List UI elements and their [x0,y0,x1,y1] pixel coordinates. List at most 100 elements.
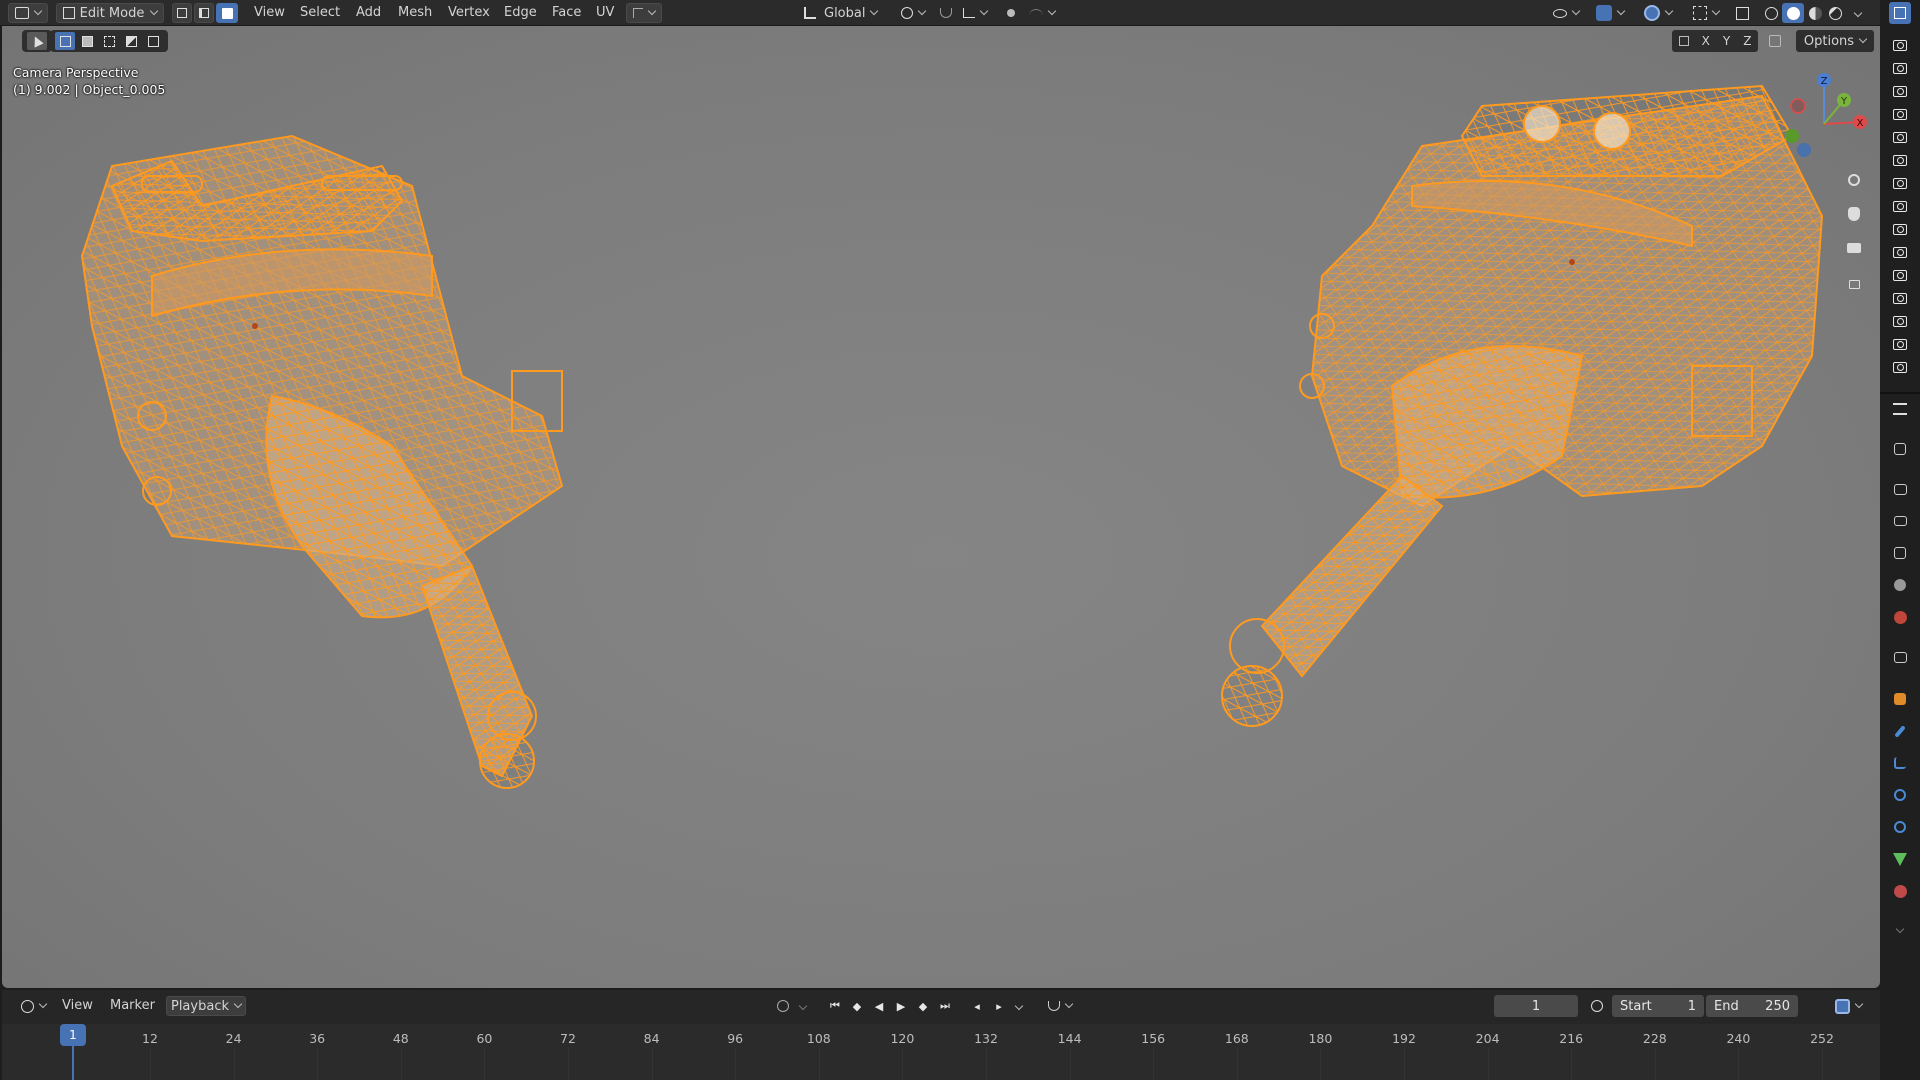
play-reverse-button[interactable]: ◀ [870,997,888,1015]
navigation-gizmo[interactable]: Z X Y [1782,64,1878,168]
camera-toggle-5[interactable] [1891,128,1909,146]
current-frame-field[interactable]: 1 [1494,995,1578,1017]
playback-dropdown[interactable]: Playback [166,996,246,1016]
object-properties-tab[interactable] [1891,690,1909,708]
menu-edge[interactable]: Edge [500,3,541,23]
use-preview-range-button[interactable] [1588,997,1606,1015]
shading-rendered-button[interactable] [1826,3,1844,23]
menu-add[interactable]: Add [352,3,385,23]
snap-dropdown[interactable] [958,3,992,23]
snap-dropdown-timeline[interactable] [1042,997,1078,1015]
jump-start-button[interactable]: ⏮ [826,997,844,1015]
xray-dropdown[interactable] [1688,3,1724,23]
camera-toggle-7[interactable] [1891,174,1909,192]
camera-view-button[interactable] [1840,234,1868,262]
camera-toggle-14[interactable] [1891,335,1909,353]
menu-select[interactable]: Select [296,3,344,23]
next-keyframe-button[interactable]: ◆ [914,997,932,1015]
zoom-button[interactable] [1840,166,1868,194]
shading-solid-button[interactable] [1782,3,1804,23]
mesh-edit-overlay-icon [1693,6,1707,20]
menu-face[interactable]: Face [548,3,585,23]
camera-toggle-13[interactable] [1891,312,1909,330]
outliner-editor-button[interactable] [1889,2,1911,24]
menu-mesh[interactable]: Mesh [394,3,436,23]
output-properties-tab[interactable] [1891,512,1909,530]
lock-camera-button[interactable] [1840,268,1868,296]
menu-vertex[interactable]: Vertex [444,3,494,23]
snap-toggle[interactable] [936,3,956,23]
tool-properties-tab[interactable] [1891,440,1909,458]
xray-toggle[interactable] [1732,3,1752,23]
menu-uv[interactable]: UV [592,3,618,23]
shading-wireframe-button[interactable] [1762,3,1780,23]
mesh-canvas[interactable] [2,26,1880,988]
camera-toggle-1[interactable] [1891,36,1909,54]
gizmo-neg-y-axis[interactable] [1785,129,1799,143]
camera-toggle-12[interactable] [1891,289,1909,307]
timeline-options-dropdown[interactable] [1828,996,1868,1016]
camera-toggle-3[interactable] [1891,82,1909,100]
particles-properties-tab[interactable] [1891,754,1909,772]
gizmo-neg-z-axis[interactable] [1797,143,1811,157]
modifier-properties-tab[interactable] [1891,722,1909,740]
editor-type-button[interactable] [8,3,48,23]
3d-viewport[interactable]: Camera Perspective (1) 9.002 | Object_0.… [2,26,1880,988]
auto-keying-button[interactable] [774,997,792,1015]
world-properties-tab[interactable] [1891,608,1909,626]
jump-end-button[interactable]: ⏭ [936,997,954,1015]
uv-options-dropdown[interactable] [626,3,662,23]
proportional-toggle[interactable] [1002,3,1020,23]
camera-toggle-11[interactable] [1891,266,1909,284]
mode-dropdown[interactable]: Edit Mode [56,3,164,23]
face-select-button[interactable] [216,3,238,23]
timeline-editor-type-button[interactable] [16,996,50,1016]
physics-properties-tab[interactable] [1891,786,1909,804]
edge-select-button[interactable] [194,3,214,23]
camera-toggle-4[interactable] [1891,105,1909,123]
keying-dropdown[interactable] [794,997,812,1015]
shading-options-dropdown[interactable] [1848,3,1868,23]
gizmo-neg-x-axis[interactable] [1790,98,1806,114]
playhead[interactable]: 1 [60,1024,86,1046]
material-properties-tab[interactable] [1891,882,1909,900]
prev-frame-button[interactable]: ◂ [968,997,986,1015]
mesh-object-left[interactable] [80,134,564,789]
next-frame-button[interactable]: ▸ [990,997,1008,1015]
frame-step-dropdown[interactable] [1010,997,1028,1015]
timeline-menu-view[interactable]: View [62,996,93,1016]
gizmo-dropdown[interactable] [1592,3,1628,23]
camera-toggle-8[interactable] [1891,197,1909,215]
end-frame-field[interactable]: End 250 [1706,995,1798,1017]
scene-properties-tab[interactable] [1891,576,1909,594]
pan-button[interactable] [1840,200,1868,228]
camera-toggle-10[interactable] [1891,243,1909,261]
more-tabs-button[interactable] [1891,920,1909,938]
constraints-properties-tab[interactable] [1891,818,1909,836]
collection-properties-tab[interactable] [1891,648,1909,666]
ruler-tick-label: 36 [309,1031,326,1046]
transform-orientation-dropdown[interactable]: Global [800,3,888,23]
pivot-dropdown[interactable] [896,3,930,23]
play-button[interactable]: ▶ [892,997,910,1015]
vertex-select-button[interactable] [172,3,192,23]
camera-toggle-2[interactable] [1891,59,1909,77]
render-properties-tab[interactable] [1891,480,1909,498]
data-properties-tab[interactable] [1891,850,1909,868]
falloff-dropdown[interactable] [1024,3,1060,23]
camera-toggle-9[interactable] [1891,220,1909,238]
overlay-dropdown[interactable] [1640,3,1676,23]
start-frame-field[interactable]: Start 1 [1612,995,1704,1017]
view-layer-properties-tab[interactable] [1891,544,1909,562]
mesh-object-right[interactable] [1221,84,1824,727]
camera-toggle-6[interactable] [1891,151,1909,169]
menu-view[interactable]: View [250,3,289,23]
camera-toggle-15[interactable] [1891,358,1909,376]
timeline-ruler[interactable]: 1 12 24 36 48 60 72 84 96 108 120 132 144 156 168 180 1… [2,1024,1880,1080]
material-icon [1893,884,1907,898]
visibility-dropdown[interactable] [1548,3,1584,23]
timeline-menu-marker[interactable]: Marker [110,996,155,1016]
shading-material-button[interactable] [1806,3,1824,23]
prev-keyframe-button[interactable]: ◆ [848,997,866,1015]
properties-editor-button[interactable] [1891,400,1909,418]
